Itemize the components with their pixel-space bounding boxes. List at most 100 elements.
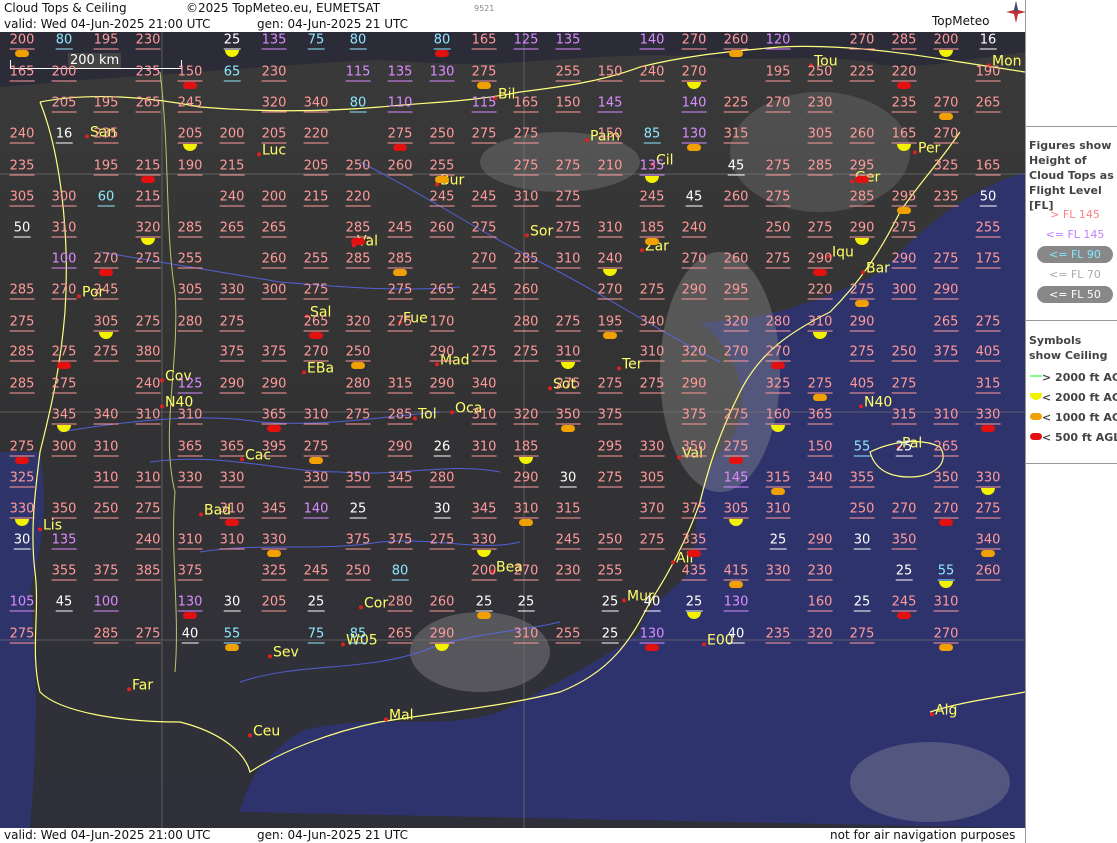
cloud-top-value: 260 <box>849 126 875 144</box>
ceiling-symbol <box>981 550 995 557</box>
cloud-top-value: 275 <box>555 158 581 176</box>
legend-figures-title: Figures show Height of Cloud Tops as Fli… <box>1029 139 1114 212</box>
cloud-top-value: 195 <box>93 158 119 176</box>
cloud-top-value: 270 <box>933 126 959 144</box>
ceiling-symbol <box>267 425 281 432</box>
cloud-top-value: 365 <box>219 439 245 457</box>
cloud-top-value: 275 <box>765 158 791 176</box>
cloud-top-value: 275 <box>513 158 539 176</box>
compass-star-icon <box>1006 1 1026 23</box>
cloud-top-value: 225 <box>849 64 875 82</box>
cloud-top-value: 165 <box>9 64 35 82</box>
cloud-top-value: 205 <box>303 158 329 176</box>
city-label: Sev <box>268 644 299 661</box>
cloud-top-value: 275 <box>975 314 1001 332</box>
cloud-top-value: 85 <box>643 126 661 144</box>
cloud-top-value: 275 <box>513 126 539 144</box>
cloud-top-value: 280 <box>345 376 371 394</box>
satellite-map[interactable]: 200 km TouMonBilPamPerSanLucCilBurGerSor… <box>0 32 1025 828</box>
cloud-top-value: 275 <box>345 407 371 425</box>
cloud-top-value: 170 <box>429 314 455 332</box>
cloud-top-value: 355 <box>51 563 77 581</box>
cloud-top-value: 275 <box>513 344 539 362</box>
legend-level-5: <= FL 50 <box>1037 286 1113 303</box>
cloud-top-value: 355 <box>849 470 875 488</box>
cloud-top-value: 290 <box>849 220 875 238</box>
legend-level-2: <= FL 145 <box>1045 228 1105 241</box>
cloud-top-value: 290 <box>849 314 875 332</box>
cloud-top-value: 265 <box>261 220 287 238</box>
cloud-top-value: 50 <box>979 189 997 207</box>
cloud-top-value: 380 <box>135 344 161 362</box>
cloud-top-value: 255 <box>975 220 1001 238</box>
cloud-top-value: 275 <box>471 64 497 82</box>
cloud-top-value: 220 <box>303 126 329 144</box>
cloud-top-value: 250 <box>345 158 371 176</box>
ceiling-1000-icon <box>1030 413 1042 420</box>
cloud-top-value: 165 <box>471 32 497 50</box>
cloud-top-value: 275 <box>303 282 329 300</box>
cloud-top-value: 275 <box>387 126 413 144</box>
legend-symbol-3: < 1000 ft AGL <box>1042 411 1117 424</box>
cloud-top-value: 140 <box>639 32 665 50</box>
cloud-top-value: 310 <box>135 470 161 488</box>
ceiling-symbol <box>99 269 113 276</box>
cloud-top-value: 415 <box>723 563 749 581</box>
cloud-top-value: 65 <box>223 64 241 82</box>
cloud-top-value: 275 <box>765 251 791 269</box>
cloud-top-value: 135 <box>51 532 77 550</box>
cloud-top-value: 310 <box>555 344 581 362</box>
ceiling-symbol <box>309 332 323 339</box>
cloud-top-value: 290 <box>807 532 833 550</box>
cloud-top-value: 280 <box>513 314 539 332</box>
cloud-top-value: 250 <box>345 344 371 362</box>
cloud-top-value: 195 <box>93 95 119 113</box>
cloud-top-value: 310 <box>933 594 959 612</box>
cloud-top-value: 150 <box>597 126 623 144</box>
cloud-top-value: 135 <box>261 32 287 50</box>
cloud-top-value: 330 <box>177 470 203 488</box>
cloud-top-value: 350 <box>891 532 917 550</box>
cloud-top-value: 150 <box>597 64 623 82</box>
ceiling-symbol <box>477 612 491 619</box>
cloud-top-value: 310 <box>513 501 539 519</box>
cloud-top-value: 255 <box>555 64 581 82</box>
cloud-top-value: 255 <box>597 563 623 581</box>
cloud-top-value: 280 <box>177 314 203 332</box>
cloud-top-value: 140 <box>303 501 329 519</box>
cloud-top-value: 275 <box>555 376 581 394</box>
cloud-top-value: 230 <box>555 563 581 581</box>
cloud-top-value: 310 <box>93 439 119 457</box>
cloud-top-value: 275 <box>933 251 959 269</box>
cloud-top-value: 315 <box>765 470 791 488</box>
cloud-top-value: 320 <box>723 314 749 332</box>
cloud-top-value: 330 <box>303 470 329 488</box>
city-label: Cor <box>358 595 389 612</box>
cloud-top-value: 260 <box>261 251 287 269</box>
city-label: Ceu <box>247 723 281 740</box>
cloud-top-value: 285 <box>9 282 35 300</box>
ceiling-symbol <box>15 457 29 464</box>
cloud-top-value: 275 <box>135 501 161 519</box>
cloud-top-value: 275 <box>9 626 35 644</box>
cloud-top-value: 45 <box>55 594 73 612</box>
cloud-top-value: 375 <box>93 563 119 581</box>
cloud-top-value: 115 <box>471 95 497 113</box>
cloud-top-value: 195 <box>597 314 623 332</box>
cloud-top-value: 275 <box>555 314 581 332</box>
cloud-top-value: 350 <box>51 501 77 519</box>
map-title: Cloud Tops & Ceiling <box>4 1 127 15</box>
cloud-top-value: 330 <box>639 439 665 457</box>
cloud-top-value: 230 <box>261 64 287 82</box>
cloud-top-value: 150 <box>177 64 203 82</box>
legend-divider <box>1026 320 1117 321</box>
cloud-top-value: 305 <box>807 126 833 144</box>
cloud-top-value: 25 <box>349 501 367 519</box>
cloud-top-value: 275 <box>891 376 917 394</box>
cloud-top-value: 275 <box>219 314 245 332</box>
cloud-top-value: 345 <box>261 501 287 519</box>
city-label: Sor <box>524 223 554 240</box>
cloud-top-value: 135 <box>387 64 413 82</box>
cloud-top-value: 300 <box>51 439 77 457</box>
cloud-top-value: 50 <box>13 220 31 238</box>
